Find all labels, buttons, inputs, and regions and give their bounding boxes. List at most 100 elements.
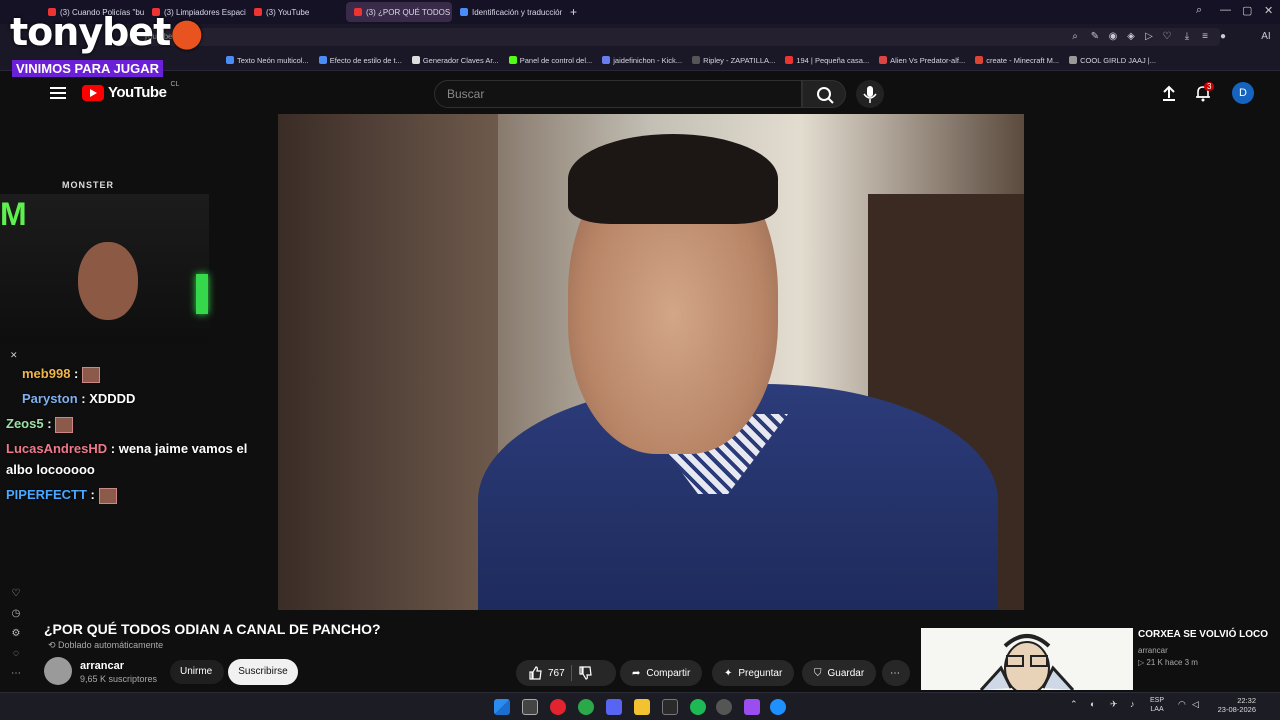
bookmark[interactable]: create - Minecraft M... bbox=[975, 56, 1059, 65]
play-icon[interactable]: ▷ bbox=[1142, 30, 1156, 44]
spotify-icon[interactable] bbox=[690, 699, 706, 715]
clock-icon[interactable]: ◷ bbox=[10, 608, 22, 620]
microphone-button[interactable] bbox=[856, 80, 884, 108]
lightbulb-icon[interactable]: ◌ bbox=[10, 648, 22, 660]
gear-icon[interactable]: ⚙ bbox=[10, 628, 22, 640]
file-explorer-icon[interactable] bbox=[634, 699, 650, 715]
more-actions-button[interactable]: ⋯ bbox=[882, 660, 910, 686]
chat-text: : bbox=[74, 366, 79, 381]
xbox-icon[interactable] bbox=[578, 699, 594, 715]
left-side-rail: ♡ ◷ ⚙ ◌ ⋯ bbox=[0, 580, 32, 690]
youtube-logo[interactable]: YouTube CL bbox=[82, 81, 179, 101]
bookmark-icon: ⛉ bbox=[814, 667, 822, 679]
kick-icon bbox=[508, 56, 517, 64]
bookmark[interactable]: Alien Vs Predator-alf... bbox=[879, 56, 965, 65]
streamer-webcam bbox=[0, 194, 209, 344]
emote-icon bbox=[55, 416, 74, 433]
app-icon[interactable] bbox=[744, 699, 760, 715]
bookmark[interactable]: 194 | Pequeña casa... bbox=[785, 56, 869, 65]
bookmark-icon bbox=[1069, 56, 1078, 64]
bookmark[interactable]: jaidefinichon - Kick... bbox=[602, 56, 682, 65]
microphone-icon bbox=[863, 86, 877, 103]
discord-icon[interactable] bbox=[606, 699, 622, 715]
shield-icon[interactable]: ◈ bbox=[1124, 30, 1138, 44]
search-button[interactable] bbox=[802, 80, 846, 108]
chat-message: LucasAndresHD : wena jaime vamos el albo… bbox=[6, 438, 276, 480]
url-field[interactable]: youtube.com bbox=[120, 28, 1220, 46]
more-icon: ⋯ bbox=[890, 667, 900, 679]
windows-start-icon[interactable] bbox=[494, 699, 510, 715]
translate-favicon-icon bbox=[460, 8, 468, 16]
chat-message: Paryston : XDDDD bbox=[6, 388, 276, 409]
bookmark[interactable]: Generador Claves Ar... bbox=[411, 56, 499, 65]
more-icon[interactable]: ⋯ bbox=[10, 668, 22, 680]
account-avatar[interactable]: D bbox=[1232, 82, 1254, 104]
heart-icon[interactable]: ♡ bbox=[10, 588, 22, 600]
channel-avatar[interactable] bbox=[44, 657, 72, 685]
edit-icon[interactable]: ✎ bbox=[1088, 30, 1102, 44]
bookmark[interactable]: Texto Neón multicol... bbox=[226, 56, 309, 65]
ask-button[interactable]: ✦ Preguntar bbox=[712, 660, 795, 686]
dub-icon: ⟲ bbox=[48, 640, 59, 650]
search-input[interactable]: Buscar bbox=[434, 80, 802, 108]
obs-icon[interactable] bbox=[662, 699, 678, 715]
new-tab-plus-icon[interactable]: + bbox=[562, 2, 582, 22]
browser-tab[interactable]: Identificación y traducción bbox=[452, 2, 562, 22]
taskbar-clock[interactable]: 22:32 23-08-2026 bbox=[1210, 696, 1256, 714]
chat-close-icon[interactable]: ✕ bbox=[10, 350, 22, 362]
chat-message: meb998 : bbox=[6, 363, 276, 384]
download-icon[interactable]: ⤓ bbox=[1180, 30, 1194, 44]
thumbs-down-icon[interactable] bbox=[578, 666, 592, 680]
browser-tab[interactable]: (3) YouTube bbox=[246, 2, 346, 22]
search-tabs-icon[interactable]: ⌕ bbox=[1196, 4, 1202, 17]
create-upload-button[interactable] bbox=[1160, 84, 1178, 107]
menu-icon[interactable]: ≡ bbox=[1198, 30, 1212, 44]
flame-icon: ● bbox=[170, 10, 203, 54]
video-player[interactable] bbox=[278, 114, 1024, 610]
recommended-thumbnail[interactable] bbox=[921, 628, 1133, 690]
opera-gx-icon[interactable] bbox=[550, 699, 566, 715]
chevron-up-icon[interactable]: ⌃ bbox=[1070, 699, 1080, 715]
minimize-icon[interactable]: — bbox=[1220, 4, 1231, 16]
join-button[interactable]: Unirme bbox=[170, 660, 224, 684]
volume-icon[interactable]: ◁ bbox=[1192, 699, 1202, 715]
microphone-tray-icon[interactable]: ♪ bbox=[1130, 699, 1140, 715]
chat-username: LucasAndresHD bbox=[6, 441, 108, 456]
ai-icon[interactable]: AI bbox=[1256, 30, 1276, 44]
profile-icon[interactable]: ● bbox=[1216, 30, 1230, 44]
emote-icon bbox=[98, 487, 117, 504]
language-indicator[interactable]: ESP LAA bbox=[1150, 696, 1164, 714]
settings-app-icon[interactable] bbox=[716, 699, 732, 715]
close-window-icon[interactable]: ✕ bbox=[1264, 4, 1273, 17]
bookmark[interactable]: Panel de control del... bbox=[508, 56, 592, 65]
browser-tab-active[interactable]: (3) ¿POR QUÉ TODOS bbox=[346, 2, 452, 22]
youtube-favicon-icon bbox=[785, 56, 794, 64]
chat-username: PIPERFECTT bbox=[6, 487, 87, 502]
task-view-icon[interactable] bbox=[522, 699, 538, 715]
bookmark[interactable]: Efecto de estilo de t... bbox=[318, 56, 402, 65]
bookmark[interactable]: Ripley - ZAPATILLA... bbox=[692, 56, 775, 65]
tray-icon[interactable]: ✈ bbox=[1110, 699, 1120, 715]
webcam-face bbox=[78, 242, 138, 320]
youtube-header: YouTube CL Buscar 3 D bbox=[32, 72, 1280, 114]
share-button[interactable]: ➦ Compartir bbox=[620, 660, 703, 686]
hamburger-menu-icon[interactable] bbox=[50, 84, 66, 100]
channel-name[interactable]: arrancar bbox=[80, 660, 124, 672]
bookmark-icon bbox=[975, 56, 984, 64]
subscribe-button[interactable]: Suscribirse bbox=[228, 659, 298, 685]
bookmark[interactable]: COOL GIRLD JAAJ |... bbox=[1069, 56, 1156, 65]
like-button[interactable]: 767 bbox=[528, 666, 565, 680]
steam-tray-icon[interactable]: ◐ bbox=[1090, 699, 1100, 715]
network-app-icon[interactable] bbox=[770, 699, 786, 715]
ripley-icon bbox=[692, 56, 701, 64]
maximize-icon[interactable]: ▢ bbox=[1242, 4, 1252, 17]
zoom-icon[interactable]: ⌕ bbox=[1068, 30, 1082, 44]
recommended-title[interactable]: CORXEA SE VOLVIÓ LOCO bbox=[1138, 629, 1278, 640]
webcam-green-light bbox=[196, 274, 208, 314]
wifi-icon[interactable]: ◠ bbox=[1178, 699, 1188, 715]
share-icon: ➦ bbox=[632, 667, 641, 679]
heart-icon[interactable]: ♡ bbox=[1160, 30, 1174, 44]
camera-icon[interactable]: ◉ bbox=[1106, 30, 1120, 44]
search-icon bbox=[817, 87, 834, 104]
save-button[interactable]: ⛉ Guardar bbox=[802, 660, 877, 686]
